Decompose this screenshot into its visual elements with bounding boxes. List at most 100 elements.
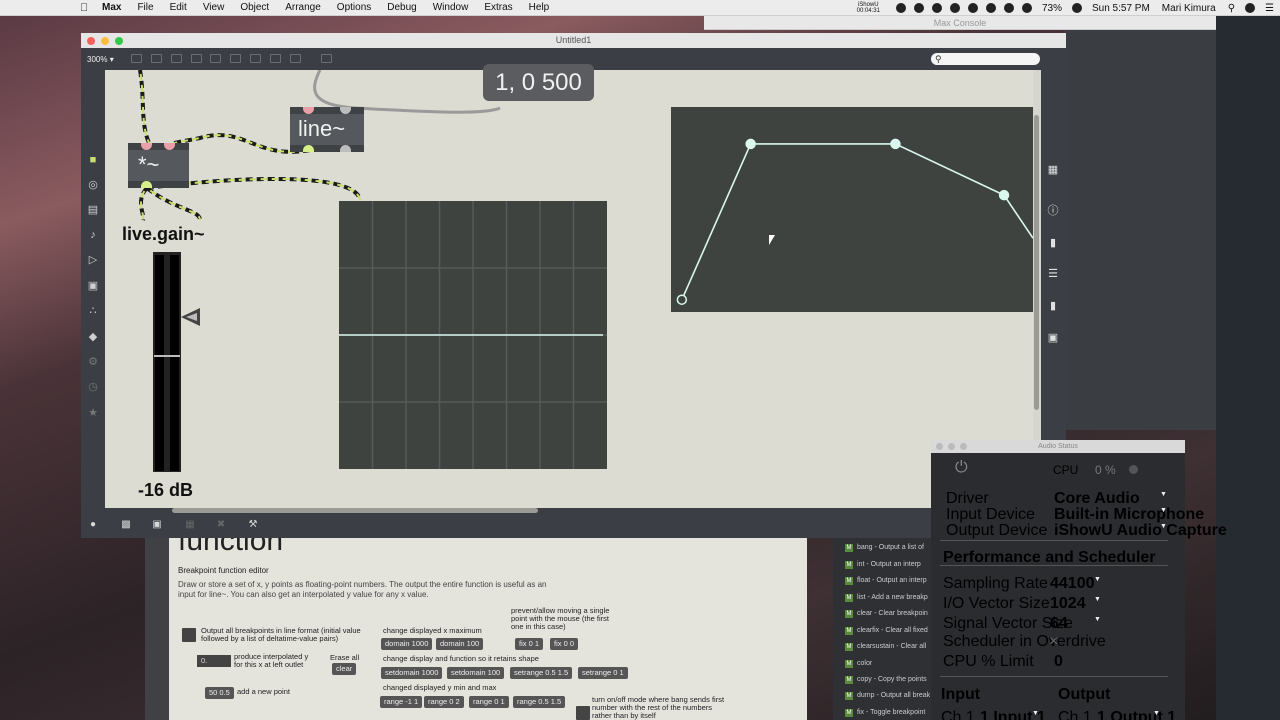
- cloud-icon[interactable]: [913, 3, 924, 13]
- msg-domain-1000[interactable]: domain 1000: [381, 638, 433, 650]
- volume-icon[interactable]: [1021, 3, 1032, 13]
- menu-edit[interactable]: Edit: [162, 2, 195, 13]
- shield-icon[interactable]: [949, 3, 960, 13]
- input-device-dropdown-icon[interactable]: ▼: [1160, 507, 1167, 514]
- msg-setrange-0-1[interactable]: setrange 0 1: [578, 667, 628, 679]
- time-icon[interactable]: ◷: [86, 380, 100, 394]
- mul-outlet[interactable]: [141, 181, 152, 188]
- lock-icon[interactable]: ●: [87, 519, 99, 531]
- playback-icon[interactable]: ▷: [86, 253, 100, 267]
- msg-fix-0-1[interactable]: fix 0 1: [515, 638, 544, 650]
- battery-percent[interactable]: 73%: [1036, 3, 1068, 14]
- add-object-icon[interactable]: [290, 54, 301, 63]
- sampling-rate-dropdown-icon[interactable]: ▼: [1094, 576, 1101, 583]
- audio-zoom-button[interactable]: [960, 443, 967, 450]
- info-icon[interactable]: ⓘ: [1046, 204, 1060, 218]
- spotlight-icon[interactable]: ⚲: [1222, 3, 1241, 14]
- io-vector-select[interactable]: 1024: [1050, 595, 1086, 613]
- patcher-view-icon[interactable]: ▣: [151, 519, 163, 531]
- output-channel-select[interactable]: 1 Output 1: [1097, 709, 1176, 720]
- reference-icon[interactable]: ▮: [1046, 299, 1060, 313]
- new-message-icon[interactable]: [151, 54, 162, 63]
- bang-button[interactable]: [182, 628, 196, 642]
- menu-file[interactable]: File: [129, 2, 161, 13]
- message-box[interactable]: 1, 0 500: [483, 64, 594, 101]
- star-icon[interactable]: ★: [86, 406, 100, 420]
- wrench-icon[interactable]: ⚒: [247, 519, 259, 531]
- ref-item[interactable]: Mfix - Toggle breakpoint: [845, 709, 925, 717]
- msg-range-neg1-1[interactable]: range -1 1: [380, 696, 423, 708]
- patchcord-control[interactable]: [313, 70, 501, 114]
- presentation-icon[interactable]: ▩: [120, 519, 132, 531]
- menu-options[interactable]: Options: [329, 2, 379, 13]
- button-object-icon[interactable]: [191, 54, 202, 63]
- horizontal-scroll-thumb[interactable]: [172, 508, 538, 513]
- function-breakpoint[interactable]: [745, 138, 756, 150]
- signal-vector-dropdown-icon[interactable]: ▼: [1094, 616, 1101, 623]
- msg-range-05-15[interactable]: range 0.5 1.5: [513, 696, 566, 708]
- ref-item[interactable]: Mfloat - Output an interp: [845, 577, 927, 585]
- msg-range-0-2[interactable]: range 0 2: [424, 696, 464, 708]
- ref-item[interactable]: Mint - Output an interp: [845, 561, 921, 569]
- bluetooth-icon[interactable]: [985, 3, 996, 13]
- number-object-icon[interactable]: [230, 54, 241, 63]
- paperclip-icon[interactable]: ∴: [86, 304, 100, 318]
- mode-toggle[interactable]: [576, 706, 590, 720]
- menu-arrange[interactable]: Arrange: [277, 2, 329, 13]
- audio-minimize-button[interactable]: [948, 443, 955, 450]
- ref-item[interactable]: Mcolor: [845, 660, 872, 668]
- close-button[interactable]: [87, 37, 95, 45]
- function-breakpoint[interactable]: [676, 294, 688, 305]
- signal-vector-select[interactable]: 64: [1050, 615, 1068, 633]
- line-outlet-left[interactable]: [303, 145, 314, 152]
- slider-object-icon[interactable]: [250, 54, 261, 63]
- multiply-signal-object[interactable]: *~: [128, 143, 189, 188]
- grid-snap-icon[interactable]: ▦: [184, 519, 196, 531]
- user-name[interactable]: Mari Kimura: [1156, 3, 1222, 14]
- target-icon[interactable]: ◎: [86, 178, 100, 192]
- menu-window[interactable]: Window: [425, 2, 477, 13]
- driver-dropdown-icon[interactable]: ▼: [1160, 491, 1167, 498]
- record-icon[interactable]: [895, 3, 906, 13]
- msg-setrange-05-15[interactable]: setrange 0.5 1.5: [510, 667, 573, 679]
- flag-icon[interactable]: [1071, 3, 1082, 13]
- output-device-dropdown-icon[interactable]: ▼: [1160, 523, 1167, 530]
- audio-status-titlebar[interactable]: Audio Status: [931, 440, 1185, 453]
- notification-center-icon[interactable]: ☰: [1259, 3, 1280, 14]
- wifi-icon[interactable]: [1003, 3, 1014, 13]
- ref-item[interactable]: Mclear - Clear breakpoin: [845, 610, 928, 618]
- recorder-status[interactable]: iShowU 00:04:31: [845, 2, 892, 14]
- search-input[interactable]: [931, 53, 1040, 65]
- sampling-rate-select[interactable]: 44100: [1050, 575, 1095, 593]
- ref-item[interactable]: Mbang - Output a list of: [845, 544, 924, 552]
- comment-icon[interactable]: [171, 54, 182, 63]
- line-object[interactable]: line~: [290, 107, 364, 152]
- input-channel-dropdown-icon[interactable]: ▼: [1032, 710, 1039, 717]
- gear-icon[interactable]: ⚙: [86, 355, 100, 369]
- ref-item[interactable]: Mdump - Output all break: [845, 692, 930, 700]
- patchcord-line-to-mul[interactable]: [168, 133, 311, 154]
- minimize-button[interactable]: [101, 37, 109, 45]
- music-note-icon[interactable]: ♪: [86, 228, 100, 242]
- msg-setdomain-100[interactable]: setdomain 100: [447, 667, 505, 679]
- zoom-button[interactable]: [115, 37, 123, 45]
- vertical-scroll-thumb[interactable]: [1034, 115, 1039, 410]
- function-breakpoint[interactable]: [998, 189, 1010, 201]
- ref-item[interactable]: Mcopy - Copy the points: [845, 676, 927, 684]
- menu-app[interactable]: Max: [94, 2, 129, 13]
- ref-item[interactable]: Mclearsustain - Clear all: [845, 643, 926, 651]
- msg-clear[interactable]: clear: [332, 663, 357, 675]
- msg-setdomain-1000[interactable]: setdomain 1000: [381, 667, 443, 679]
- clock-icon[interactable]: [967, 3, 978, 13]
- book-icon[interactable]: ▮: [1046, 236, 1060, 250]
- menu-object[interactable]: Object: [232, 2, 277, 13]
- cpu-limit-number[interactable]: 0: [1054, 653, 1063, 671]
- number-box-interp[interactable]: 0.: [197, 655, 231, 667]
- dsp-power-icon[interactable]: ⏻: [955, 459, 968, 477]
- msg-add-point[interactable]: 50 0.5: [205, 687, 234, 699]
- io-vector-dropdown-icon[interactable]: ▼: [1094, 596, 1101, 603]
- msg-domain-100[interactable]: domain 100: [436, 638, 484, 650]
- zoom-level[interactable]: 300% ▾: [87, 55, 114, 64]
- debug-icon[interactable]: ✖: [215, 519, 227, 531]
- menu-extras[interactable]: Extras: [476, 2, 520, 13]
